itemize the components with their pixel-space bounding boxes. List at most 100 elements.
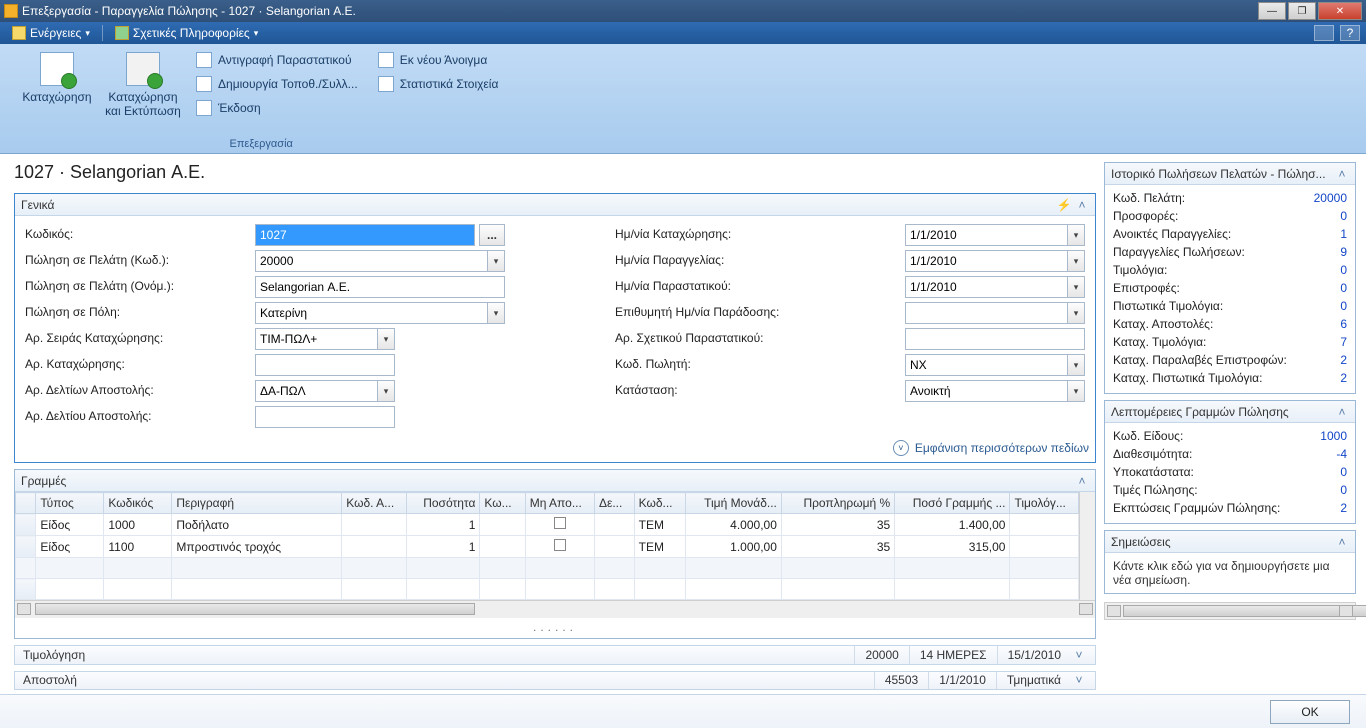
salesperson-input[interactable] (905, 354, 1067, 376)
lines-actions-menu[interactable]: ...... (15, 618, 1095, 638)
dropdown-button[interactable]: ▾ (1067, 380, 1085, 402)
ship-series-input[interactable] (255, 380, 377, 402)
posting-series-input[interactable] (255, 328, 377, 350)
related-doc-input[interactable] (905, 328, 1085, 350)
column-header[interactable]: Τύπος (36, 493, 104, 514)
menu-related-info[interactable]: Σχετικές Πληροφορίες ▾ (109, 26, 264, 40)
scroll-thumb[interactable] (1123, 605, 1366, 617)
post-button[interactable]: Καταχώρηση (14, 48, 100, 134)
scroll-right-button[interactable] (1339, 605, 1353, 617)
column-header[interactable]: Κωδικός (104, 493, 172, 514)
column-header[interactable]: Περιγραφή (172, 493, 342, 514)
fact-row: Κωδ. Είδους:1000 (1113, 427, 1347, 445)
scroll-thumb[interactable] (35, 603, 475, 615)
dropdown-button[interactable]: ▾ (1067, 276, 1085, 298)
factbox-line-details-header[interactable]: Λεπτομέρειες Γραμμών Πώλησης ˄ (1105, 401, 1355, 423)
fact-value[interactable]: 0 (1340, 209, 1347, 223)
fact-value[interactable]: 2 (1340, 371, 1347, 385)
fact-value[interactable]: 9 (1340, 245, 1347, 259)
fact-value[interactable]: 1 (1340, 227, 1347, 241)
dropdown-button[interactable]: ▾ (377, 328, 395, 350)
column-header[interactable]: Ποσότητα (406, 493, 480, 514)
fasttab-invoicing[interactable]: Τιμολόγηση 20000 14 ΗΜΕΡΕΣ 15/1/2010 ˅ (14, 645, 1096, 665)
lines-vertical-scrollbar[interactable] (1079, 492, 1095, 600)
maximize-button[interactable]: ❐ (1288, 2, 1316, 20)
checkbox[interactable] (554, 517, 566, 529)
scroll-right-button[interactable] (1079, 603, 1093, 615)
scroll-left-button[interactable] (1107, 605, 1121, 617)
fact-value[interactable]: 0 (1340, 263, 1347, 277)
column-header[interactable]: Δε... (594, 493, 634, 514)
doc-date-input[interactable] (905, 276, 1067, 298)
column-header[interactable]: Προπληρωμή % (781, 493, 894, 514)
code-lookup-button[interactable]: ... (479, 224, 505, 246)
reopen-button[interactable]: Εκ νέου Άνοιγμα (374, 50, 503, 70)
column-header[interactable]: Τιμή Μονάδ... (685, 493, 781, 514)
fact-row: Τιμές Πώλησης:0 (1113, 481, 1347, 499)
fact-value[interactable]: 2 (1340, 353, 1347, 367)
menu-actions[interactable]: Ενέργειες ▾ (6, 26, 96, 40)
fact-value[interactable]: 0 (1340, 483, 1347, 497)
dropdown-button[interactable]: ▾ (1067, 302, 1085, 324)
fact-value[interactable]: -4 (1336, 447, 1347, 461)
dropdown-button[interactable]: ▾ (487, 250, 505, 272)
checkbox[interactable] (554, 539, 566, 551)
fact-value[interactable]: 20000 (1314, 191, 1347, 205)
dropdown-button[interactable]: ▾ (377, 380, 395, 402)
column-header[interactable]: Μη Απο... (525, 493, 594, 514)
help-button[interactable]: ? (1340, 25, 1360, 41)
post-and-print-button[interactable]: Καταχώρηση και Εκτύπωση (100, 48, 186, 134)
notes-placeholder[interactable]: Κάντε κλικ εδώ για να δημιουργήσετε μια … (1105, 553, 1355, 593)
dropdown-button[interactable]: ▾ (1067, 224, 1085, 246)
req-date-input[interactable] (905, 302, 1067, 324)
table-row[interactable]: Είδος1100Μπροστινός τροχός1ΤΕΜ1.000,0035… (16, 536, 1079, 558)
factbox-notes-header[interactable]: Σημειώσεις ˄ (1105, 531, 1355, 553)
status-input[interactable] (905, 380, 1067, 402)
table-row[interactable] (16, 558, 1079, 579)
fact-value[interactable]: 0 (1340, 281, 1347, 295)
reopen-icon (378, 52, 394, 68)
dropdown-button[interactable]: ▾ (487, 302, 505, 324)
city-input[interactable] (255, 302, 487, 324)
fact-value[interactable]: 0 (1340, 299, 1347, 313)
column-header[interactable]: Ποσό Γραμμής ... (895, 493, 1010, 514)
cust-name-input[interactable] (255, 276, 505, 298)
ship-no-input[interactable] (255, 406, 395, 428)
minimize-button[interactable]: — (1258, 2, 1286, 20)
dropdown-button[interactable]: ▾ (1067, 354, 1085, 376)
scroll-left-button[interactable] (17, 603, 31, 615)
cust-code-input[interactable] (255, 250, 487, 272)
fasttab-general-header[interactable]: Γενικά ⚡ ˄ (15, 194, 1095, 216)
column-header[interactable]: Κω... (480, 493, 525, 514)
table-row[interactable] (16, 579, 1079, 600)
copy-document-button[interactable]: Αντιγραφή Παραστατικού (192, 50, 362, 70)
fasttab-lines-header[interactable]: Γραμμές ˄ (15, 470, 1095, 492)
column-header[interactable]: Κωδ... (634, 493, 685, 514)
fact-row: Πιστωτικά Τιμολόγια:0 (1113, 297, 1347, 315)
lines-horizontal-scrollbar[interactable] (15, 600, 1095, 618)
code-input[interactable] (255, 224, 475, 246)
posting-no-input[interactable] (255, 354, 395, 376)
column-header[interactable]: Τιμολόγ... (1010, 493, 1079, 514)
dropdown-button[interactable]: ▾ (1067, 250, 1085, 272)
release-button[interactable]: Έκδοση (192, 98, 362, 118)
posting-date-input[interactable] (905, 224, 1067, 246)
fact-value[interactable]: 1000 (1320, 429, 1347, 443)
column-header[interactable]: Κωδ. Α... (342, 493, 406, 514)
fact-value[interactable]: 0 (1340, 465, 1347, 479)
ok-button[interactable]: OK (1270, 700, 1350, 724)
order-date-input[interactable] (905, 250, 1067, 272)
fact-value[interactable]: 7 (1340, 335, 1347, 349)
close-button[interactable]: ✕ (1318, 2, 1362, 20)
fasttab-shipping[interactable]: Αποστολή 45503 1/1/2010 Τμηματικά ˅ (14, 671, 1096, 691)
fact-value[interactable]: 6 (1340, 317, 1347, 331)
create-pick-button[interactable]: Δημιουργία Τοποθ./Συλλ... (192, 74, 362, 94)
factbox-history-header[interactable]: Ιστορικό Πωλήσεων Πελατών - Πώλησ... ˄ (1105, 163, 1355, 185)
statistics-button[interactable]: Στατιστικά Στοιχεία (374, 74, 503, 94)
table-row[interactable]: Είδος1000Ποδήλατο1ΤΕΜ4.000,00351.400,00 (16, 514, 1079, 536)
fact-value[interactable]: 2 (1340, 501, 1347, 515)
factbox-horizontal-scrollbar[interactable] (1104, 602, 1356, 620)
layout-toggle-button[interactable] (1314, 25, 1334, 41)
lines-grid[interactable]: ΤύποςΚωδικόςΠεριγραφήΚωδ. Α...ΠοσότηταΚω… (15, 492, 1079, 600)
show-more-fields-link[interactable]: ˅ Εμφάνιση περισσότερων πεδίων (15, 436, 1095, 462)
